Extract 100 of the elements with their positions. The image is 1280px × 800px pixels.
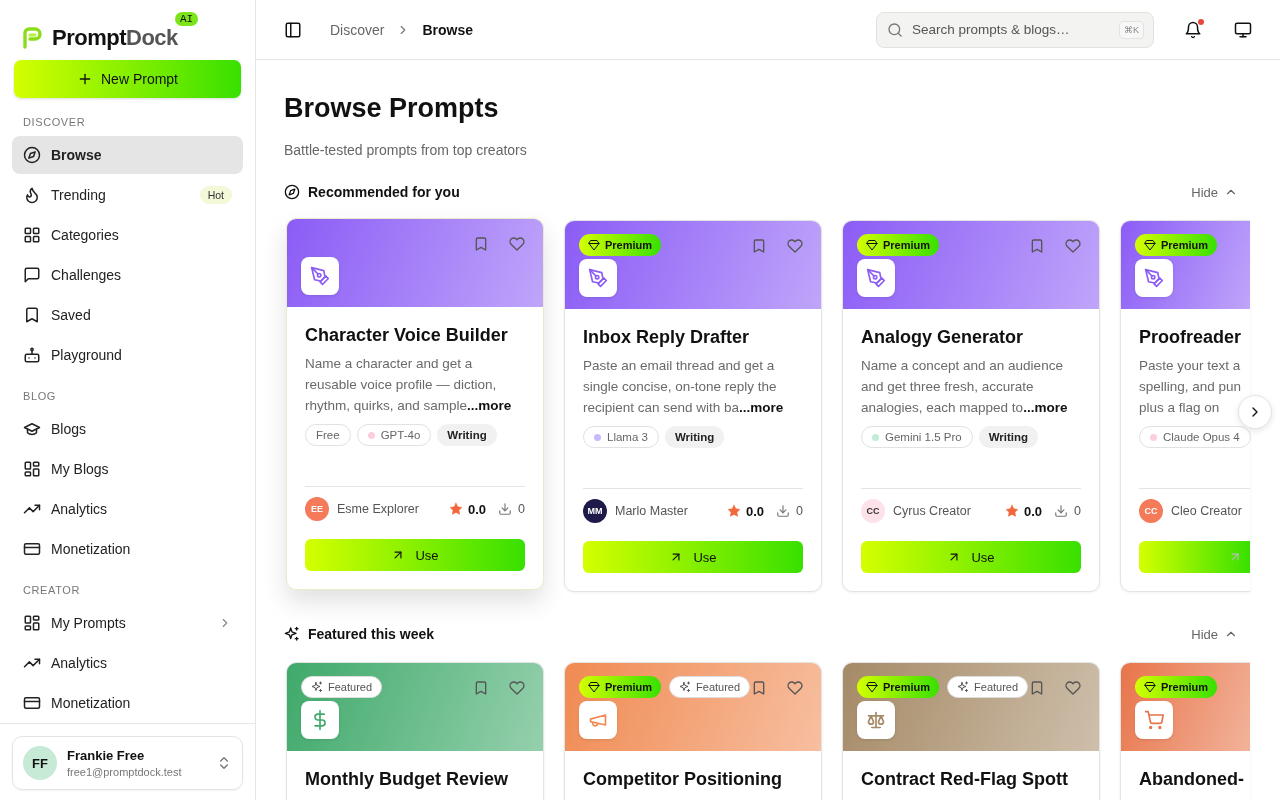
search-icon — [887, 21, 903, 38]
nav-item[interactable]: Playground — [12, 336, 243, 374]
user-avatar: FF — [23, 746, 57, 780]
bookmark-icon[interactable] — [1029, 238, 1045, 254]
heart-icon[interactable] — [509, 236, 525, 252]
hot-badge: Hot — [199, 186, 232, 204]
bookmark-icon[interactable] — [473, 236, 489, 252]
featured-badge: Featured — [669, 676, 751, 698]
dashboard-icon — [23, 460, 41, 478]
nav-item-label: Categories — [51, 227, 120, 243]
category-tag: Writing — [437, 424, 497, 446]
bookmark-icon[interactable] — [1029, 680, 1045, 696]
card-title: Contract Red-Flag Spott — [861, 768, 1069, 791]
nav-item-label: Analytics — [51, 655, 109, 671]
category-tag: Writing — [978, 426, 1039, 448]
download-count: 0 — [518, 502, 525, 516]
nav-item[interactable]: Analytics — [12, 644, 243, 682]
heart-icon[interactable] — [787, 238, 803, 254]
nav-item-label: Trending — [51, 187, 107, 203]
prompt-card[interactable]: Premium Abandoned- — [1120, 662, 1250, 800]
nav-item[interactable]: Browse — [12, 136, 243, 174]
prompt-card[interactable]: Character Voice Builder Name a character and get a reusable voice profile — diction, rhythm, quirks, and sample...more Free GPT-4o Writing EE Esme Explorer 0.0 0 Use — [286, 218, 544, 590]
star-icon — [726, 504, 741, 518]
heart-icon[interactable] — [509, 680, 525, 696]
download-icon — [776, 504, 791, 518]
nav-item[interactable]: My Blogs — [12, 450, 243, 488]
card-title: Competitor Positioning — [583, 768, 783, 791]
bookmark-icon — [23, 306, 41, 324]
bookmark-icon[interactable] — [751, 238, 767, 254]
premium-badge: Premium — [1135, 676, 1218, 698]
page-title: Browse Prompts — [284, 92, 500, 125]
nav-section-label: DISCOVER — [23, 116, 87, 128]
hide-button[interactable]: Hide — [1191, 184, 1238, 200]
prompt-card[interactable]: Featured Monthly Budget Review — [286, 662, 544, 800]
more-link[interactable]: ...more — [467, 398, 512, 413]
use-button[interactable]: Use — [583, 541, 803, 573]
nav-item[interactable]: Blogs — [12, 410, 243, 448]
breadcrumb-current: Browse — [422, 21, 474, 38]
rating: 0.0 — [467, 501, 487, 517]
download-icon — [498, 502, 513, 516]
card-description: Name a concept and an audience and get three fresh, accurate analogies, each mapped to...more — [861, 357, 1068, 417]
nav-item[interactable]: Trending Hot — [12, 176, 243, 214]
card-title: Monthly Budget Review — [305, 768, 509, 791]
card-title: Proofreader — [1139, 326, 1243, 349]
new-prompt-button[interactable]: New Prompt — [14, 60, 241, 98]
heart-icon[interactable] — [787, 680, 803, 696]
grid-icon — [23, 226, 41, 244]
card-description: Paste an email thread and get a single concise, on-tone reply the recipient can send with ba...more — [583, 357, 784, 417]
prompt-card[interactable]: Premium Featured Competitor Positioning — [564, 662, 822, 800]
pen-nib-icon — [1144, 268, 1164, 288]
download-count: 0 — [796, 504, 803, 518]
more-link[interactable]: ...more — [739, 400, 784, 415]
author-avatar: MM — [583, 499, 607, 523]
author-name: Cyrus Creator — [893, 504, 972, 518]
user-menu[interactable]: FF Frankie Free free1@promptdock.test — [12, 736, 243, 790]
more-link[interactable]: ...more — [1023, 400, 1068, 415]
logo-icon — [20, 26, 44, 50]
heart-icon[interactable] — [1065, 680, 1081, 696]
featured-badge: Featured — [947, 676, 1029, 698]
credit-card-icon — [23, 694, 41, 712]
nav-item[interactable]: My Prompts — [12, 604, 243, 642]
hide-button[interactable]: Hide — [1191, 626, 1238, 642]
heart-icon[interactable] — [1065, 238, 1081, 254]
notification-bell-icon[interactable] — [1184, 20, 1202, 39]
prompt-card[interactable]: Premium Inbox Reply Drafter Paste an email thread and get a single concise, on-tone reply the recipient can send with ba...more Llama 3 Writing MM Marlo Master 0.0 0 Use — [564, 220, 822, 592]
nav-item-label: Analytics — [51, 501, 109, 517]
bookmark-icon[interactable] — [473, 680, 489, 696]
card-description: Paste your text a spelling, and pun plus a flag on — [1139, 357, 1242, 417]
cart-icon — [1144, 710, 1164, 730]
use-button[interactable]: Use — [861, 541, 1081, 573]
breadcrumb-link[interactable]: Discover — [330, 21, 385, 38]
star-icon — [1004, 504, 1019, 518]
user-email: free1@promptdock.test — [67, 766, 183, 778]
nav-item[interactable]: Monetization — [12, 530, 243, 568]
nav-item-label: Challenges — [51, 267, 123, 283]
author-name: Esme Explorer — [337, 502, 420, 516]
card-description: Name a character and get a reusable voice profile — diction, rhythm, quirks, and sample...more — [305, 355, 512, 415]
credit-card-icon — [23, 540, 41, 558]
scales-icon — [866, 710, 886, 730]
robot-icon — [23, 346, 41, 364]
sparkles-icon — [284, 626, 300, 642]
use-button[interactable]: Use — [305, 539, 525, 571]
brand-name: PromptDock — [52, 25, 178, 51]
premium-badge: Premium — [579, 234, 662, 256]
sidebar-toggle-icon[interactable] — [284, 20, 302, 39]
nav-item[interactable]: Monetization — [12, 684, 243, 722]
nav-item[interactable]: Saved — [12, 296, 243, 334]
nav-item[interactable]: Categories — [12, 216, 243, 254]
nav-item[interactable]: Analytics — [12, 490, 243, 528]
pen-nib-icon — [866, 268, 886, 288]
prompt-card[interactable]: Premium Analogy Generator Name a concept and an audience and get three fresh, accurate analogies, each mapped to...more Gemini 1.5 Pro Writing CC Cyrus Creator 0.0 0 Use — [842, 220, 1100, 592]
monitor-icon[interactable] — [1234, 20, 1252, 39]
plus-icon — [77, 71, 93, 87]
bookmark-icon[interactable] — [751, 680, 767, 696]
nav-item[interactable]: Challenges — [12, 256, 243, 294]
flame-icon — [23, 186, 41, 204]
prompt-card[interactable]: Premium Featured Contract Red-Flag Spott — [842, 662, 1100, 800]
prompt-card[interactable]: Premium Proofreader Paste your text a spelling, and pun plus a flag on Claude Opus 4 CC Cleo Creator — [1120, 220, 1250, 592]
section-title: Recommended for you — [308, 184, 461, 200]
next-button[interactable] — [1238, 395, 1272, 429]
